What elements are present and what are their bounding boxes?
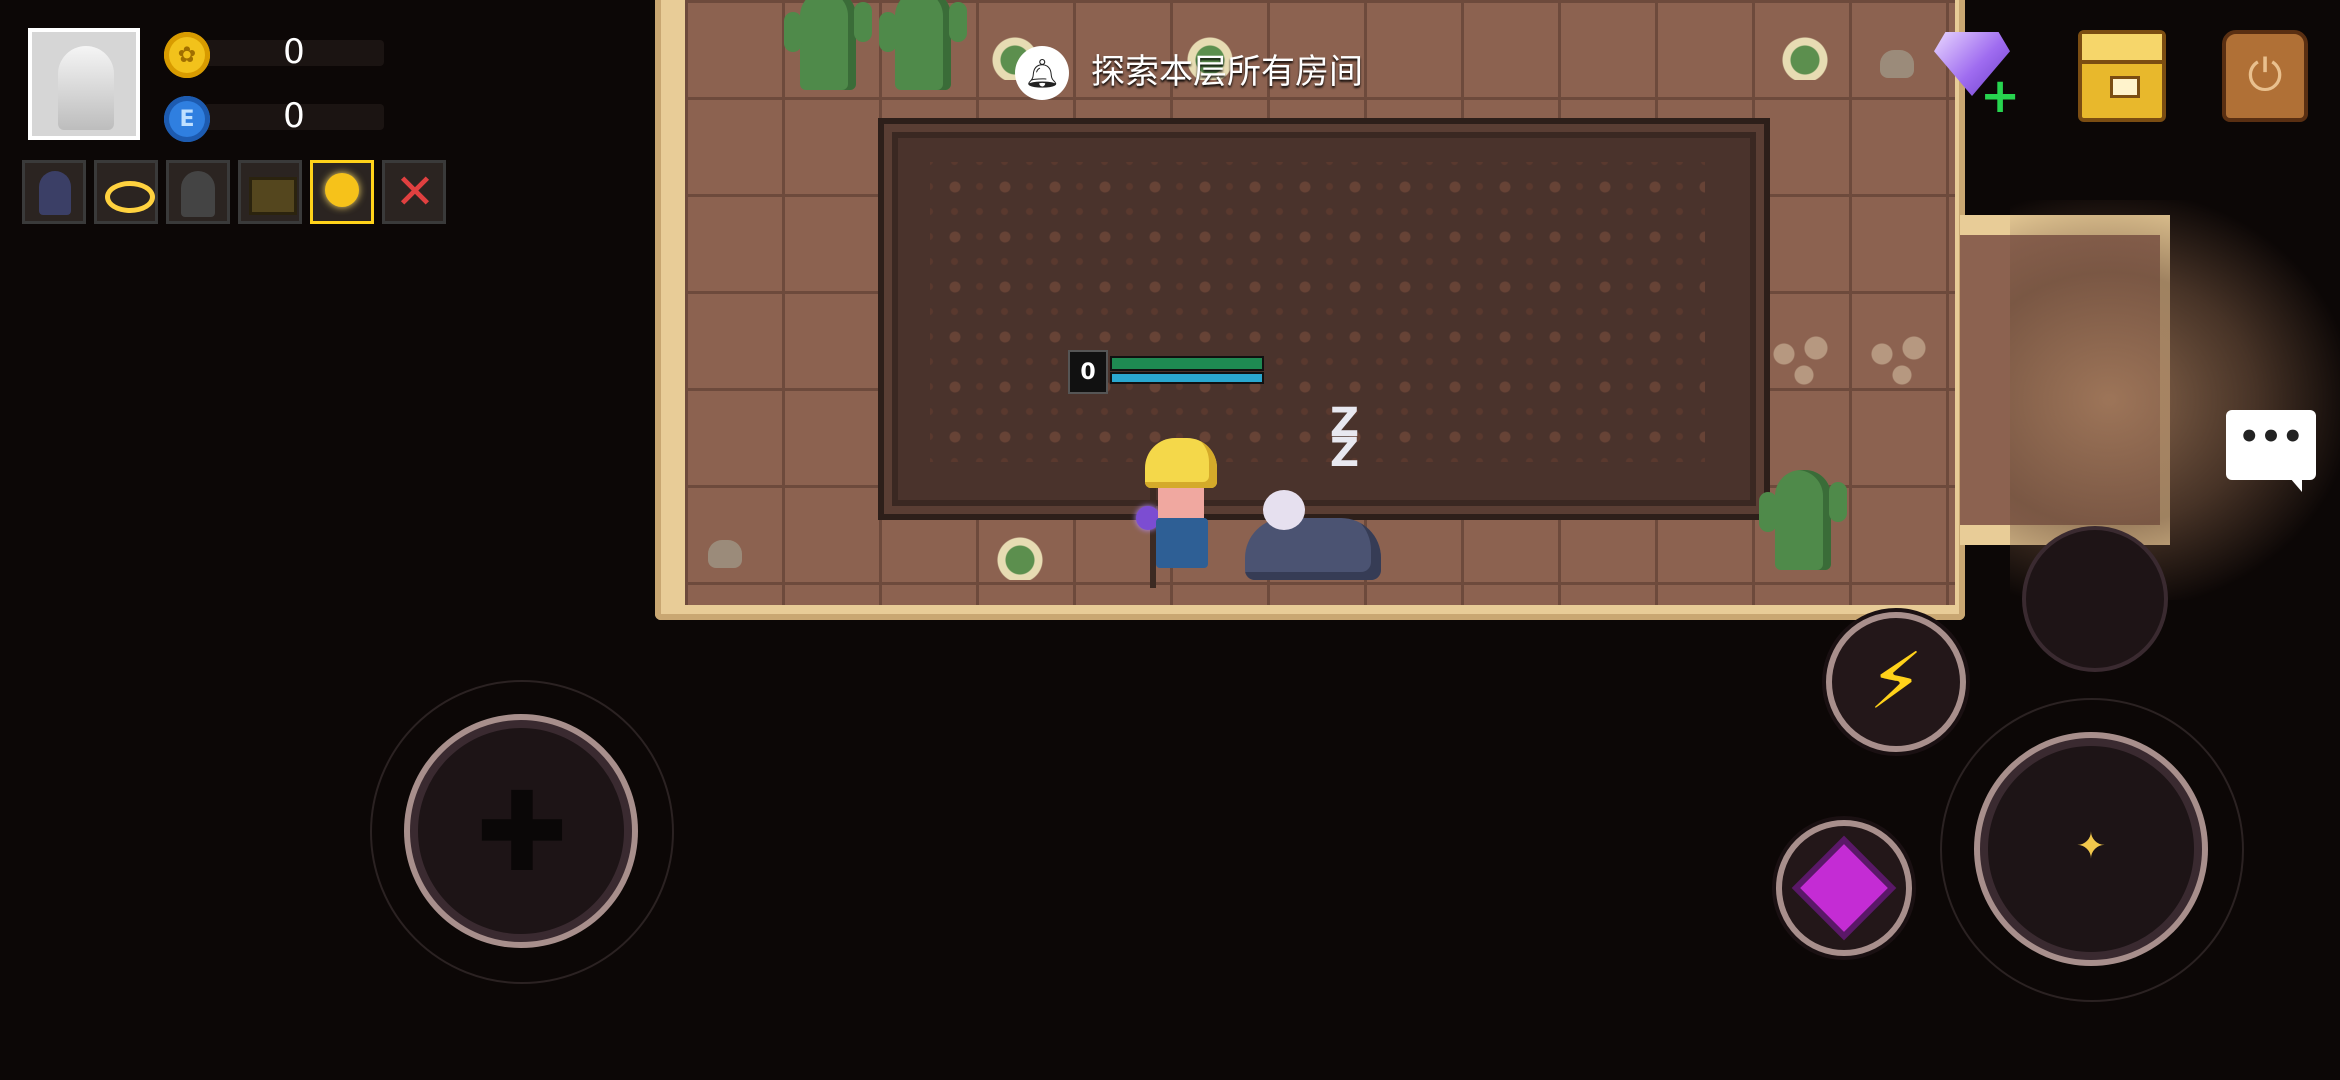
diamond-shop-button[interactable]: + — [1930, 30, 2020, 120]
cactus — [879, 0, 967, 90]
cactus — [1759, 470, 1847, 570]
buff-bar: ✕ — [22, 160, 452, 230]
dpad-icon: ✚ — [475, 768, 569, 896]
player-character — [1120, 438, 1240, 588]
gold-value: 0 — [283, 32, 305, 72]
quest-text: 探索本层所有房间 — [1091, 52, 1363, 92]
crossed-out-buff-icon[interactable]: ✕ — [382, 160, 446, 224]
pause-menu-button[interactable]: ⏻ — [2222, 30, 2308, 122]
gem-counter: 0 E — [164, 96, 384, 142]
player-body — [1156, 518, 1208, 568]
plus-icon: + — [1980, 68, 2021, 124]
gold-coin-icon: ✿ — [164, 32, 210, 78]
aim-icon: ✦ — [2075, 826, 2107, 867]
desert-plant — [990, 530, 1050, 580]
carpet-pattern — [930, 162, 1705, 462]
player-level: 0 — [1068, 350, 1108, 394]
dark-hood-buff-icon[interactable] — [166, 160, 230, 224]
gold-counter: 0 ✿ — [164, 32, 384, 78]
sleeping-enemy[interactable] — [1245, 490, 1385, 590]
blue-gem-icon: E — [164, 96, 210, 142]
player-energy-bar — [1110, 372, 1264, 384]
bell-icon: 🔔︎ — [1015, 46, 1069, 100]
chest-button[interactable] — [2078, 30, 2166, 122]
enemy-body — [1245, 518, 1381, 580]
golden-orb-buff-icon[interactable] — [310, 160, 374, 224]
chest-lock-icon — [2110, 76, 2140, 98]
chat-button[interactable]: ••• — [2226, 410, 2316, 492]
weapon-switch-slot[interactable] — [2022, 526, 2168, 672]
player-hp-bar — [1110, 356, 1264, 371]
player-status-bar: 0 — [1068, 350, 1264, 394]
skull-decoration — [708, 540, 742, 568]
skull-decoration — [1880, 50, 1914, 78]
hooded-hero-buff-icon[interactable] — [22, 160, 86, 224]
cactus — [784, 0, 872, 90]
avatar-figure — [58, 46, 114, 130]
enemy-head — [1263, 490, 1305, 530]
treasure-chest-buff-icon[interactable] — [238, 160, 302, 224]
chest-lid — [2082, 34, 2162, 64]
rocks — [1768, 330, 1848, 390]
quest-notice: 🔔︎ 探索本层所有房间 — [1015, 40, 1415, 104]
player-avatar[interactable] — [28, 28, 140, 140]
gem-value: 0 — [283, 96, 305, 136]
power-icon: ⏻ — [2247, 50, 2283, 101]
sleeping-indicator: Z Z — [1330, 400, 1360, 476]
desert-plant — [1775, 30, 1835, 80]
lightning-icon: ⚡︎ — [1868, 637, 1924, 727]
rocks — [1866, 330, 1946, 390]
halo-ring-buff-icon[interactable] — [94, 160, 158, 224]
player-hat — [1145, 438, 1217, 488]
